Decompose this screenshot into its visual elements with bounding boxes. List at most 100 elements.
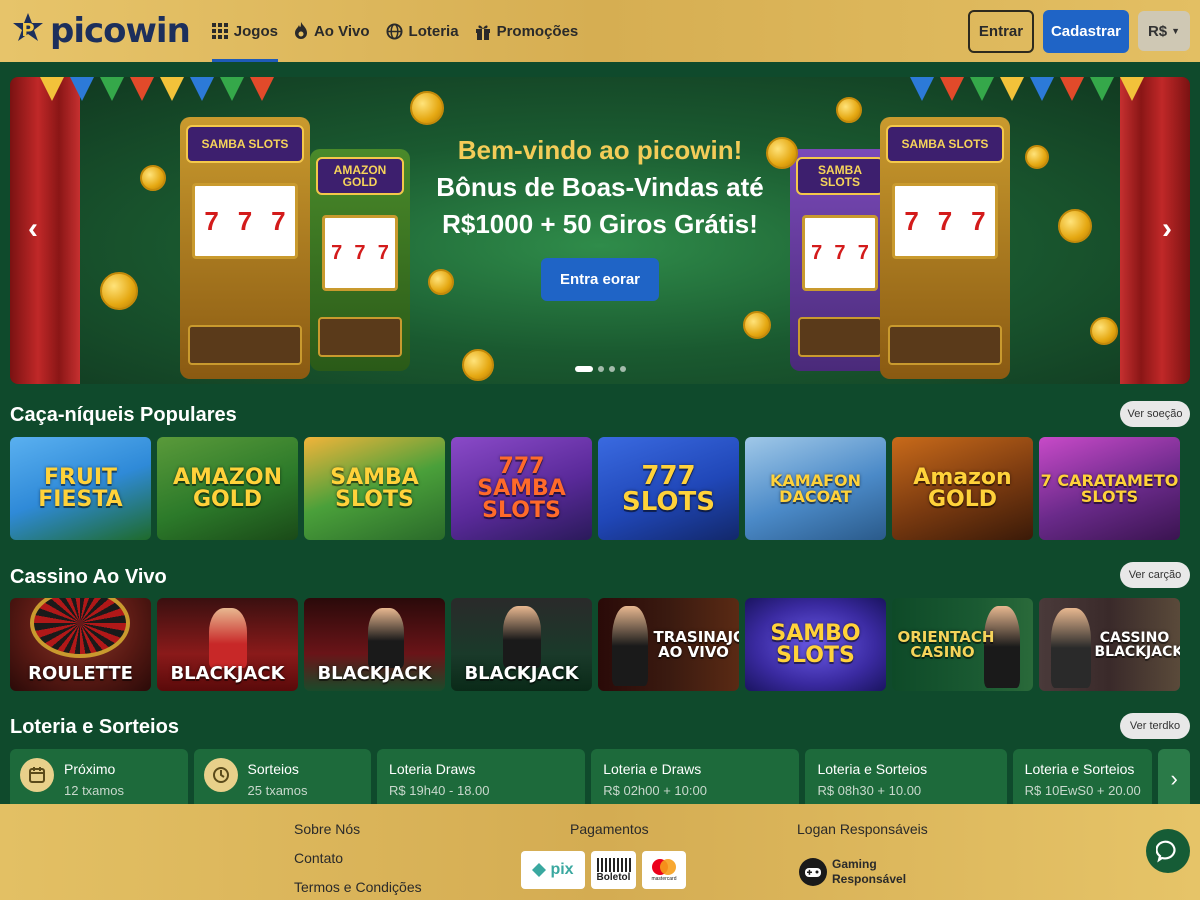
currency-value: R$: [1147, 22, 1168, 40]
globe-icon: [386, 22, 403, 40]
brand-name: picowin: [50, 11, 191, 51]
live-game-card[interactable]: TRASINAJO AO VIVO: [598, 598, 739, 691]
slot-reels: 777: [192, 183, 298, 259]
game-title: KAMAFON DACOAT: [769, 470, 861, 506]
lottery-item[interactable]: Loteria Draws R$ 19h40 - 18.00: [377, 749, 586, 804]
lottery-item-sub: R$ 02h00 + 10:00: [603, 783, 707, 798]
footer-link-contact[interactable]: Contato: [294, 850, 422, 879]
live-game-card[interactable]: BLACKJACK: [304, 598, 445, 691]
hero-banner[interactable]: SAMBA SLOTS 777 AMAZON GOLD 777 SAMBA SL…: [10, 77, 1190, 384]
dealer-figure: [503, 606, 541, 668]
brand-logo[interactable]: P picowin: [10, 0, 191, 62]
nav-ao-vivo[interactable]: Ao Vivo: [286, 0, 378, 62]
footer-links: Sobre Nós Contato Termos e Condições: [294, 821, 422, 900]
boleto-logo: Boletol: [591, 851, 636, 889]
live-game-card[interactable]: ROULETTE: [10, 598, 151, 691]
roulette-wheel-icon: [30, 598, 130, 658]
coin-icon: [462, 349, 494, 381]
nav-jogos[interactable]: Jogos: [204, 0, 286, 62]
register-button[interactable]: Cadastrar: [1043, 9, 1129, 53]
slot-machine-title: SAMBA SLOTS: [186, 125, 304, 163]
coin-icon: [100, 272, 138, 310]
hero-headline: Bem-vindo ao picowin! Bônus de Boas-Vind…: [430, 135, 770, 240]
game-title: SAMBO SLOTS: [770, 620, 861, 668]
game-title: FRUIT FIESTA: [38, 464, 123, 512]
coin-icon: [743, 311, 771, 339]
lottery-item[interactable]: Loteria e Draws R$ 02h00 + 10:00: [591, 749, 800, 804]
slot-game-card[interactable]: 777 SAMBA SLOTS: [451, 437, 592, 540]
live-game-card[interactable]: BLACKJACK: [157, 598, 298, 691]
carousel-dot[interactable]: [598, 366, 604, 372]
coin-icon: [1025, 145, 1049, 169]
slot-game-card[interactable]: AMAZON GOLD: [157, 437, 298, 540]
slot-machine: AMAZON GOLD 777: [310, 149, 410, 371]
slot-machine: SAMBA SLOTS 777: [180, 117, 310, 379]
live-game-card[interactable]: ORIENTACH CASINO: [892, 598, 1033, 691]
game-title: 7 CARATAMETO SLOTS: [1040, 470, 1179, 506]
live-section-title: Cassino Ao Vivo: [10, 566, 167, 588]
slot-game-card[interactable]: 7 CARATAMETO SLOTS: [1039, 437, 1180, 540]
game-title: AMAZON GOLD: [172, 464, 282, 512]
nav-jogos-label: Jogos: [233, 22, 278, 40]
slot-game-card[interactable]: SAMBA SLOTS: [304, 437, 445, 540]
bunting-right-icon: [910, 77, 1144, 101]
footer: Sobre Nós Contato Termos e Condições Pag…: [0, 804, 1200, 900]
footer-link-terms[interactable]: Termos e Condições: [294, 879, 422, 900]
currency-select[interactable]: R$ ▼: [1138, 11, 1190, 51]
carousel-dot[interactable]: [620, 366, 626, 372]
footer-link-about[interactable]: Sobre Nós: [294, 821, 422, 850]
carousel-prev-icon[interactable]: ‹: [16, 212, 50, 246]
lottery-item-sub: 12 txamos: [64, 783, 124, 798]
carousel-dot[interactable]: [609, 366, 615, 372]
live-carousel: ROULETTE BLACKJACK BLACKJACK BLACKJACK T…: [10, 598, 1180, 691]
responsible-badge-label: Gaming Responsável: [832, 857, 907, 886]
lottery-item[interactable]: Loteria e Sorteios R$ 08h30 + 10.00: [805, 749, 1007, 804]
game-title: BLACKJACK: [317, 663, 432, 684]
hero-cta-button[interactable]: Entra eorar: [541, 258, 659, 301]
login-button[interactable]: Entrar: [968, 9, 1034, 53]
live-game-card[interactable]: SAMBO SLOTS: [745, 598, 886, 691]
dealer-figure: [368, 608, 404, 668]
payments-title: Pagamentos: [570, 821, 649, 837]
clock-icon: [203, 758, 238, 792]
live-game-card[interactable]: CASSINO BLACKJACK: [1039, 598, 1180, 691]
slot-game-card[interactable]: KAMAFON DACOAT: [745, 437, 886, 540]
slots-view-all-button[interactable]: Ver soeção: [1120, 401, 1190, 427]
responsible-gaming-badge[interactable]: Gaming Responsável: [798, 857, 906, 887]
header-actions: Entrar Cadastrar R$ ▼: [968, 9, 1190, 53]
dealer-figure: [612, 606, 648, 686]
lottery-section-title: Loteria e Sorteios: [10, 716, 179, 738]
nav-promocoes[interactable]: Promoções: [467, 0, 587, 62]
coin-icon: [836, 97, 862, 123]
lottery-item[interactable]: Sorteios 25 txamos: [193, 749, 372, 804]
slot-reels: 777: [892, 183, 998, 259]
dealer-figure: [984, 606, 1020, 688]
lottery-item-title: Loteria Draws: [389, 761, 476, 777]
lottery-next-icon[interactable]: ›: [1158, 749, 1190, 804]
slot-machine-title: AMAZON GOLD: [316, 157, 404, 195]
game-title: CASSINO BLACKJACK: [1094, 629, 1181, 660]
lottery-view-all-button[interactable]: Ver terdko: [1120, 713, 1190, 739]
slot-game-card[interactable]: 777 SLOTS: [598, 437, 739, 540]
slots-section-title: Caça-níqueis Populares: [10, 404, 237, 426]
slot-game-card[interactable]: FRUIT FIESTA: [10, 437, 151, 540]
game-title: BLACKJACK: [464, 663, 579, 684]
lottery-item-sub: R$ 08h30 + 10.00: [817, 783, 922, 798]
live-view-all-button[interactable]: Ver carção: [1120, 562, 1190, 588]
flame-icon: [294, 22, 307, 39]
chevron-down-icon: ▼: [1171, 26, 1181, 36]
main-nav: Jogos Ao Vivo Loteria Promoções: [204, 0, 586, 62]
slot-machine-title: SAMBA SLOTS: [886, 125, 1004, 163]
slot-reels: 777: [802, 215, 878, 291]
pix-logo: pix: [521, 851, 585, 889]
live-game-card[interactable]: BLACKJACK: [451, 598, 592, 691]
lottery-item[interactable]: Loteria e Sorteios R$ 10EwS0 + 20.00: [1012, 749, 1153, 804]
carousel-next-icon[interactable]: ›: [1150, 212, 1184, 246]
nav-ao-vivo-label: Ao Vivo: [313, 22, 370, 40]
carousel-dot[interactable]: [575, 366, 593, 372]
slot-game-card[interactable]: Amazon GOLD: [892, 437, 1033, 540]
dealer-figure: [1051, 608, 1091, 688]
nav-loteria[interactable]: Loteria: [378, 0, 467, 62]
lottery-item[interactable]: Próximo 12 txamos: [10, 749, 188, 804]
chat-button[interactable]: [1146, 829, 1190, 873]
